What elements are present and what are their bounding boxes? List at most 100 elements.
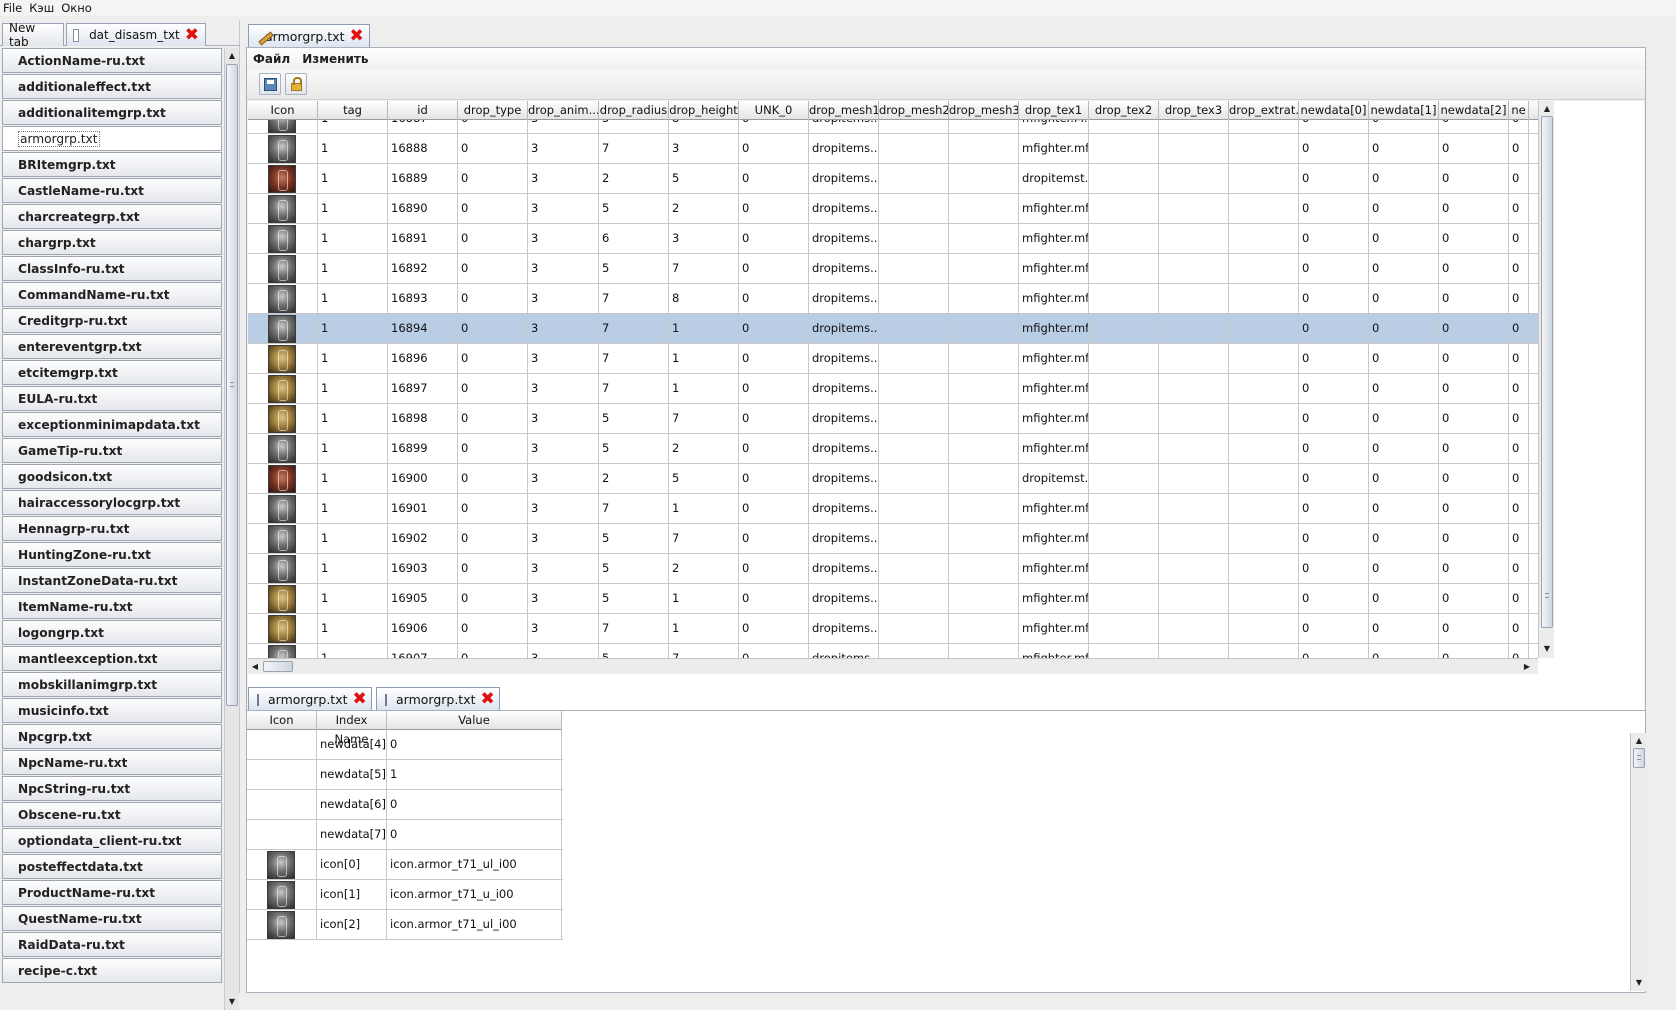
table-cell[interactable]: 0 [1369, 434, 1439, 463]
property-value[interactable]: 1 [387, 760, 562, 789]
table-cell[interactable]: 1 [318, 374, 388, 403]
table-cell[interactable]: 0 [1439, 614, 1509, 643]
file-list-item[interactable]: additionaleffect.txt [2, 74, 222, 99]
table-row[interactable]: 1 16900 0 3 2 5 0 dropitems.... dropitemst... 0 0 0… [248, 464, 1538, 494]
table-cell[interactable]: 0 [1509, 644, 1529, 658]
table-cell[interactable] [1229, 584, 1299, 613]
table-cell[interactable] [949, 344, 1019, 373]
table-row[interactable]: 11689403710dropitems....mfighter.mf...00… [248, 314, 1538, 344]
table-cell[interactable]: 16897 [388, 374, 458, 403]
table-cell[interactable] [1159, 584, 1229, 613]
table-cell[interactable]: 0 [1439, 404, 1509, 433]
table-cell[interactable]: 1 [318, 554, 388, 583]
table-cell[interactable] [879, 554, 949, 583]
table-cell[interactable] [949, 134, 1019, 163]
table-cell[interactable]: 3 [528, 584, 599, 613]
table-cell[interactable]: 0 [1299, 164, 1369, 193]
table-cell[interactable] [949, 374, 1019, 403]
table-cell[interactable]: dropitems.... [809, 434, 879, 463]
scroll-right-icon[interactable]: ▶ [1520, 659, 1534, 674]
table-cell[interactable] [1229, 224, 1299, 253]
table-cell[interactable]: 0 [1299, 584, 1369, 613]
property-row[interactable]: newdata[7] 0 [247, 820, 563, 850]
table-cell[interactable] [949, 120, 1019, 133]
table-cell[interactable]: 3 [669, 134, 739, 163]
tab-armorgrp-properties-2[interactable]: armorgrp.txt ✖ [376, 687, 500, 711]
menu-edit-ru[interactable]: Изменить [296, 52, 374, 66]
table-cell[interactable] [1229, 254, 1299, 283]
table-cell[interactable]: 8 [669, 120, 739, 133]
table-cell[interactable]: mfighter.mf... [1019, 494, 1089, 523]
table-cell[interactable]: 7 [669, 254, 739, 283]
table-cell[interactable]: dropitems.... [809, 554, 879, 583]
table-cell[interactable]: 0 [1299, 464, 1369, 493]
table-cell[interactable]: 0 [458, 344, 528, 373]
table-cell[interactable] [1229, 644, 1299, 658]
column-header[interactable]: Icon [248, 101, 318, 120]
scroll-left-icon[interactable]: ◀ [248, 659, 262, 674]
property-row[interactable]: icon[2] icon.armor_t71_ul_i00 [247, 910, 563, 940]
property-value[interactable]: 0 [387, 730, 562, 759]
table-cell[interactable]: 7 [599, 344, 669, 373]
table-cell[interactable]: 0 [739, 120, 809, 133]
table-cell[interactable]: 16905 [388, 584, 458, 613]
table-cell[interactable] [1159, 614, 1229, 643]
table-cell[interactable]: mfighter.mf... [1019, 314, 1089, 343]
table-cell[interactable] [1089, 224, 1159, 253]
table-cell[interactable] [1089, 554, 1159, 583]
file-list-item[interactable]: logongrp.txt [2, 620, 222, 645]
table-cell[interactable]: 0 [458, 494, 528, 523]
property-value[interactable]: 0 [387, 820, 562, 849]
table-cell[interactable]: 0 [1369, 284, 1439, 313]
table-cell[interactable] [1089, 344, 1159, 373]
table-cell[interactable]: 7 [599, 284, 669, 313]
table-cell[interactable]: 16894 [388, 314, 458, 343]
table-cell[interactable]: dropitems.... [809, 284, 879, 313]
table-cell[interactable] [1159, 434, 1229, 463]
table-row[interactable]: 11689703710dropitems....mfighter.mf...00… [248, 374, 1538, 404]
table-cell[interactable]: 1 [318, 434, 388, 463]
column-header[interactable]: tag [318, 101, 388, 120]
table-cell[interactable]: 0 [1509, 374, 1529, 403]
table-cell[interactable] [949, 164, 1019, 193]
table-cell[interactable] [949, 314, 1019, 343]
table-cell[interactable]: 7 [669, 524, 739, 553]
table-cell[interactable] [879, 224, 949, 253]
table-cell[interactable]: 0 [739, 404, 809, 433]
table-cell[interactable]: 0 [1509, 164, 1529, 193]
table-cell[interactable]: 0 [739, 344, 809, 373]
table-cell[interactable]: 7 [669, 644, 739, 658]
table-cell[interactable]: 1 [318, 284, 388, 313]
file-list-item[interactable]: posteffectdata.txt [2, 854, 222, 879]
table-cell[interactable]: 0 [458, 404, 528, 433]
table-cell[interactable]: 0 [458, 314, 528, 343]
table-cell[interactable] [879, 584, 949, 613]
table-cell[interactable]: 0 [1299, 374, 1369, 403]
table-cell[interactable]: 0 [1369, 584, 1439, 613]
file-list-item[interactable]: additionalitemgrp.txt [2, 100, 222, 125]
property-row[interactable]: icon[1] icon.armor_t71_u_i00 [247, 880, 563, 910]
tab-dat-disasm[interactable]: dat_disasm_txt ✖ [66, 23, 206, 46]
file-list-item[interactable]: chargrp.txt [2, 230, 222, 255]
table-cell[interactable]: 0 [1299, 254, 1369, 283]
file-list-item[interactable]: armorgrp.txt [2, 126, 222, 151]
table-cell[interactable]: 2 [669, 194, 739, 223]
table-cell[interactable]: 7 [599, 494, 669, 523]
scroll-up-icon[interactable]: ▲ [1632, 733, 1646, 748]
column-header[interactable]: newdata[2] [1439, 101, 1509, 120]
file-list-item[interactable]: BRItemgrp.txt [2, 152, 222, 177]
file-list-item[interactable]: hairaccessorylocgrp.txt [2, 490, 222, 515]
table-cell[interactable]: dropitems.... [809, 314, 879, 343]
table-cell[interactable]: 5 [599, 194, 669, 223]
table-cell[interactable]: 0 [1369, 314, 1439, 343]
table-cell[interactable] [879, 374, 949, 403]
table-cell[interactable]: 3 [528, 614, 599, 643]
table-cell[interactable]: 0 [1299, 194, 1369, 223]
table-cell[interactable] [1159, 374, 1229, 403]
file-list-item[interactable]: etcitemgrp.txt [2, 360, 222, 385]
table-cell[interactable]: 0 [1299, 134, 1369, 163]
table-cell[interactable] [949, 284, 1019, 313]
table-cell[interactable]: 0 [1299, 614, 1369, 643]
table-cell[interactable] [879, 644, 949, 658]
table-row[interactable]: 11689603710dropitems....mfighter.mf...00… [248, 344, 1538, 374]
